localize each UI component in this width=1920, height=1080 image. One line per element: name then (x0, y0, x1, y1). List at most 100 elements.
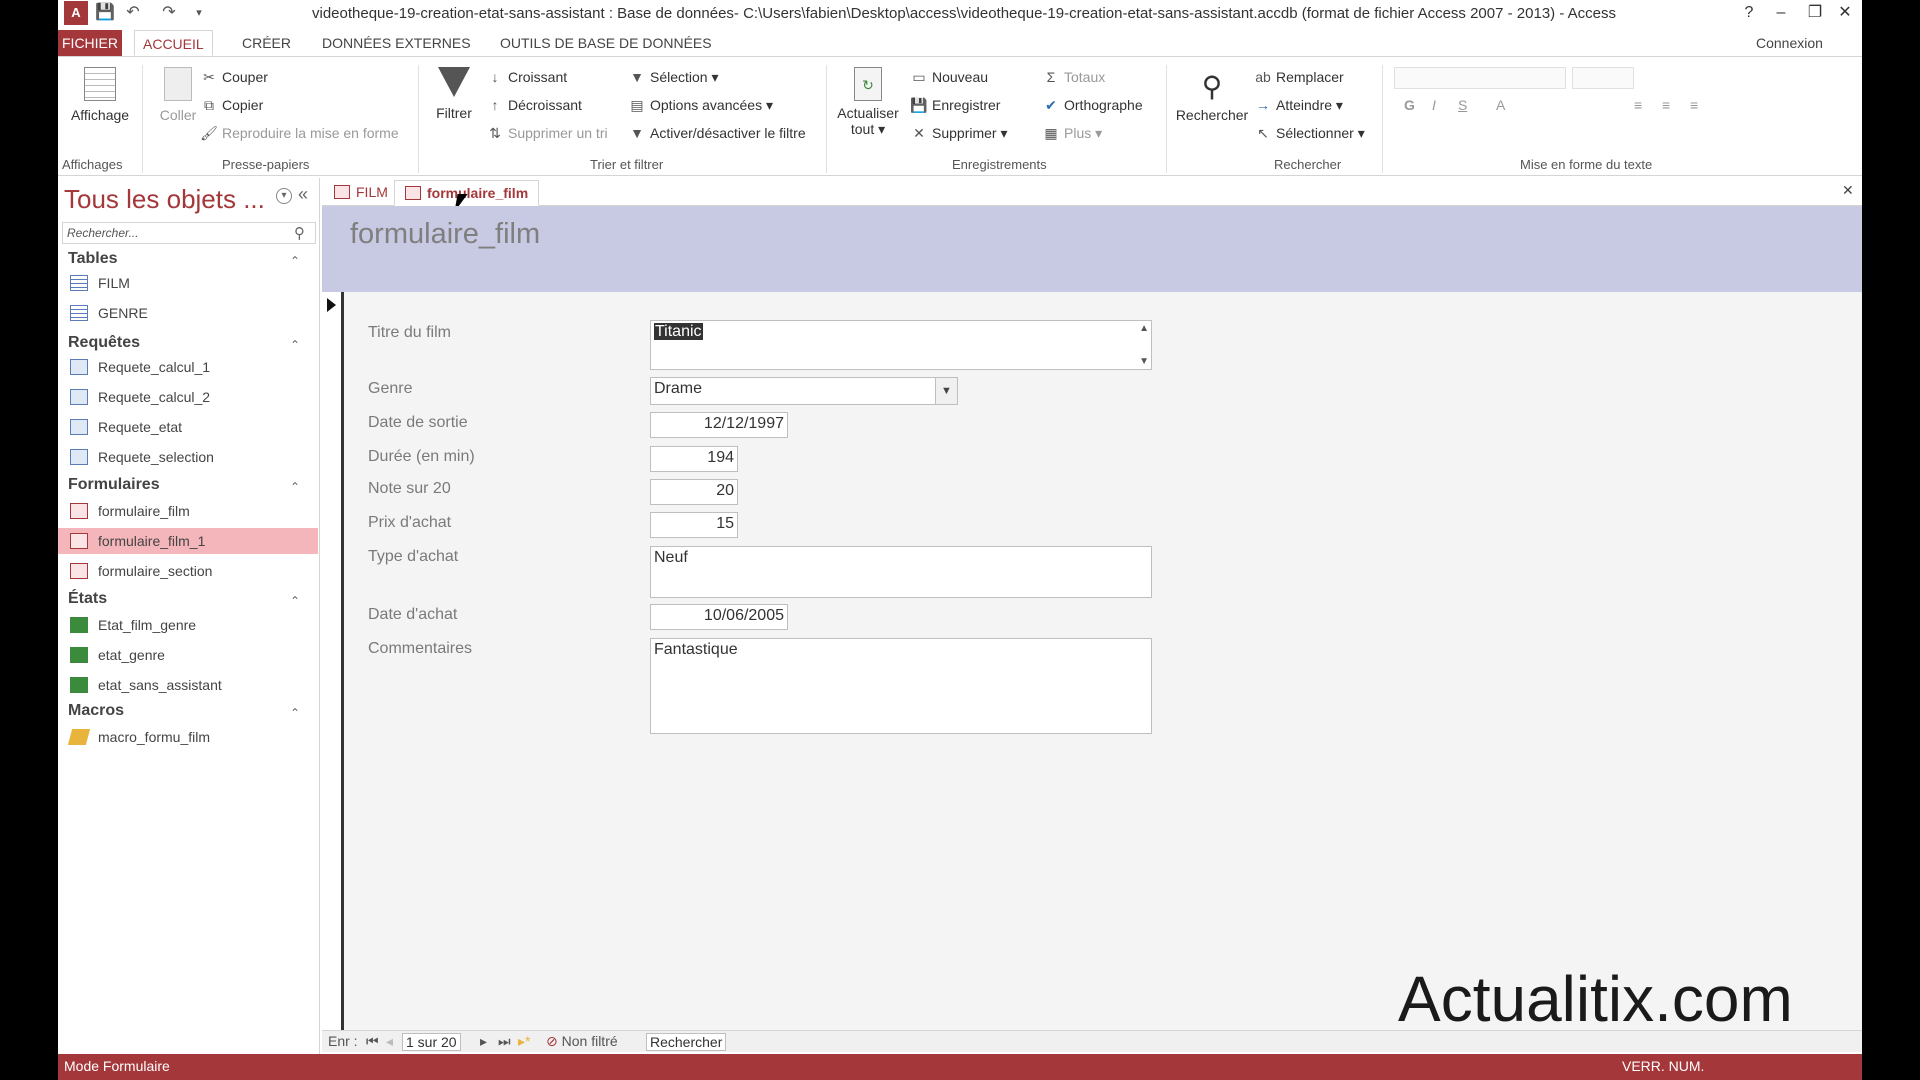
italic-button[interactable]: I (1432, 97, 1436, 113)
nav-item-query[interactable]: Requete_calcul_2 (58, 384, 318, 410)
tab-outils[interactable]: OUTILS DE BASE DE DONNÉES (492, 30, 720, 56)
format-painter-button[interactable]: 🖌 Reproduire la mise en forme (200, 125, 399, 142)
nav-category-tables[interactable]: Tables (68, 250, 118, 268)
search-icon[interactable]: ⚲ (294, 224, 305, 242)
cut-button[interactable]: ✂ Couper (200, 69, 268, 86)
record-position-input[interactable]: 1 sur 20 (402, 1033, 461, 1051)
spelling-button[interactable]: ✔ Orthographe (1042, 97, 1142, 114)
align-center-icon[interactable]: ≡ (1662, 97, 1670, 113)
nav-item-query[interactable]: Requete_etat (58, 414, 318, 440)
last-record-icon[interactable]: ⏭ (498, 1033, 511, 1050)
titre-field[interactable]: Titanic ▲ ▼ (650, 320, 1152, 370)
close-button[interactable]: ✕ (1828, 0, 1862, 26)
select-button[interactable]: ↖ Sélectionner ▾ (1254, 125, 1365, 142)
prix-field[interactable]: 15 (650, 512, 738, 538)
collapse-macros-icon[interactable]: ⌃ (290, 706, 300, 720)
customize-qat-icon[interactable]: ▾ (188, 2, 210, 24)
nav-item-macro[interactable]: macro_formu_film (58, 724, 318, 750)
paste-button[interactable]: Coller (148, 67, 208, 123)
nav-search-input[interactable]: Rechercher... (62, 222, 316, 244)
minimize-button[interactable]: – (1764, 0, 1798, 26)
nav-item-form[interactable]: formulaire_section (58, 558, 318, 584)
nav-item-query[interactable]: Requete_selection (58, 444, 318, 470)
date-sortie-field[interactable]: 12/12/1997 (650, 412, 788, 438)
chevron-down-icon[interactable]: ▼ (935, 378, 957, 404)
collapse-forms-icon[interactable]: ⌃ (290, 480, 300, 494)
toggle-filter-button[interactable]: ▼ Activer/désactiver le filtre (628, 125, 806, 141)
prev-record-icon[interactable]: ◂ (386, 1033, 393, 1050)
nav-item-film-table[interactable]: FILM (58, 270, 318, 296)
font-name-select[interactable] (1394, 67, 1566, 89)
align-right-icon[interactable]: ≡ (1690, 97, 1698, 113)
save-icon[interactable]: 💾 (94, 2, 116, 24)
nav-item-form[interactable]: formulaire_film (58, 498, 318, 524)
record-navigation: Enr : ⏮ ◂ 1 sur 20 ▸ ⏭ ▸* ⊘ Non filtré R… (322, 1030, 1862, 1052)
collapse-nav-icon[interactable]: « (298, 184, 308, 205)
nav-item-query[interactable]: Requete_calcul_1 (58, 354, 318, 380)
totals-button[interactable]: Σ Totaux (1042, 69, 1106, 85)
view-label: Affichage (70, 107, 130, 123)
filter-status-button[interactable]: ⊘ Non filtré (546, 1033, 618, 1050)
restore-button[interactable]: ❐ (1798, 0, 1832, 26)
nav-category-etats[interactable]: États (68, 590, 107, 608)
more-button[interactable]: ▦ Plus ▾ (1042, 125, 1102, 142)
sort-asc-button[interactable]: ↓ Croissant (486, 69, 568, 85)
help-button[interactable]: ? (1732, 0, 1766, 26)
first-record-icon[interactable]: ⏮ (366, 1033, 379, 1050)
record-search-input[interactable]: Rechercher (646, 1033, 727, 1051)
next-record-icon[interactable]: ▸ (480, 1033, 487, 1050)
copy-button[interactable]: ⧉ Copier (200, 97, 263, 114)
record-selector[interactable] (322, 292, 344, 1032)
remove-sort-button[interactable]: ⇅ Supprimer un tri (486, 125, 607, 142)
find-button[interactable]: ⚲ Rechercher (1172, 67, 1252, 123)
font-color-button[interactable]: A (1496, 97, 1505, 113)
font-size-select[interactable] (1572, 67, 1634, 89)
save-record-button[interactable]: 💾 Enregistrer (910, 97, 1000, 114)
view-button[interactable]: Affichage (64, 67, 136, 123)
advanced-options-button[interactable]: ▤ Options avancées ▾ (628, 97, 773, 114)
new-record-button[interactable]: ▭ Nouveau (910, 69, 988, 86)
date-achat-field[interactable]: 10/06/2005 (650, 604, 788, 630)
collapse-queries-icon[interactable]: ⌃ (290, 338, 300, 352)
commentaires-field[interactable]: Fantastique (650, 638, 1152, 734)
nav-header[interactable]: Tous les objets ... (64, 184, 265, 215)
filter-button[interactable]: Filtrer (426, 67, 482, 121)
nav-item-report[interactable]: Etat_film_genre (58, 612, 318, 638)
selection-button[interactable]: ▼ Sélection ▾ (628, 69, 718, 86)
sort-desc-button[interactable]: ↑ Décroissant (486, 97, 582, 113)
new-record-icon[interactable]: ▸* (518, 1033, 530, 1050)
signin-link[interactable]: Connexion (1748, 30, 1831, 56)
type-field[interactable]: Neuf (650, 546, 1152, 598)
nav-item-report[interactable]: etat_sans_assistant (58, 672, 318, 698)
align-left-icon[interactable]: ≡ (1634, 97, 1642, 113)
nav-category-formulaires[interactable]: Formulaires (68, 476, 160, 494)
tab-fichier[interactable]: FICHIER (58, 30, 122, 56)
replace-button[interactable]: ab Remplacer (1254, 69, 1344, 85)
collapse-reports-icon[interactable]: ⌃ (290, 594, 300, 608)
nav-category-requetes[interactable]: Requêtes (68, 334, 140, 352)
tab-creer[interactable]: CRÉER (234, 30, 299, 56)
note-field[interactable]: 20 (650, 479, 738, 505)
refresh-all-button[interactable]: ↻ Actualiser tout ▾ (832, 67, 904, 138)
nav-item-report[interactable]: etat_genre (58, 642, 318, 668)
scroll-down-icon[interactable]: ▼ (1139, 356, 1149, 367)
delete-record-button[interactable]: ✕ Supprimer ▾ (910, 125, 1007, 142)
nav-dropdown-icon[interactable]: ▾ (276, 188, 292, 204)
genre-combo[interactable]: Drame ▼ (650, 377, 958, 405)
collapse-tables-icon[interactable]: ⌃ (290, 254, 300, 268)
nav-category-macros[interactable]: Macros (68, 702, 124, 720)
nav-item-form-selected[interactable]: formulaire_film_1 (58, 528, 318, 554)
bold-button[interactable]: G (1404, 97, 1415, 113)
undo-icon[interactable]: ↶ (122, 2, 144, 24)
scroll-up-icon[interactable]: ▲ (1139, 323, 1149, 334)
duree-field[interactable]: 194 (650, 446, 738, 472)
goto-button[interactable]: → Atteindre ▾ (1254, 97, 1343, 114)
doc-tab-film[interactable]: FILM (324, 180, 398, 206)
underline-button[interactable]: S (1458, 97, 1467, 113)
redo-icon[interactable]: ↷ (158, 2, 180, 24)
nav-item-genre-table[interactable]: GENRE (58, 300, 318, 326)
doc-tab-formulaire-film[interactable]: formulaire_film (394, 180, 540, 206)
close-doc-icon[interactable]: ✕ (1842, 182, 1854, 199)
tab-accueil[interactable]: ACCUEIL (134, 30, 213, 56)
tab-donnees-externes[interactable]: DONNÉES EXTERNES (314, 30, 479, 56)
